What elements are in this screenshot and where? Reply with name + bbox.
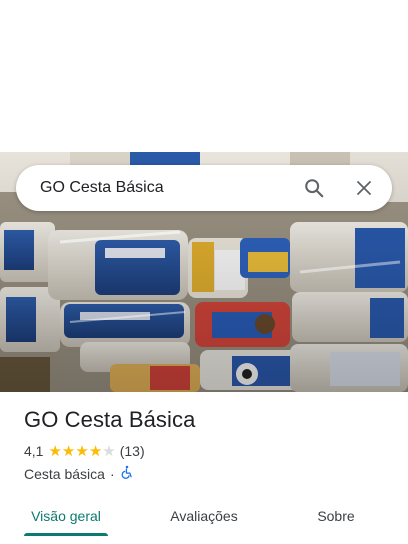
active-tab-indicator [24, 533, 108, 536]
separator-dot: · [109, 465, 115, 482]
star-empty-icon: ★ [102, 442, 116, 460]
rating-value: 4,1 [24, 443, 44, 459]
star-full-icon: ★ [88, 442, 103, 460]
search-input[interactable]: GO Cesta Básica [40, 179, 302, 197]
tab-overview[interactable]: Visão geral [24, 496, 108, 536]
tab-reviews[interactable]: Avaliações [160, 496, 248, 536]
category-row: Cesta básica · [24, 465, 134, 482]
review-count[interactable]: (13) [120, 443, 145, 459]
search-icon[interactable] [302, 176, 326, 200]
search-bar[interactable]: GO Cesta Básica [16, 165, 392, 211]
close-icon[interactable] [352, 176, 376, 200]
rating-row[interactable]: 4,1 ★ ★ ★ ★ ★ (13) [24, 443, 145, 459]
blank-area [0, 0, 408, 152]
star-rating: ★ ★ ★ ★ ★ [48, 444, 115, 459]
star-full-icon: ★ [61, 442, 76, 460]
place-title: GO Cesta Básica [24, 407, 196, 432]
tab-bar: Visão geral Avaliações Sobre [0, 496, 408, 536]
star-full-icon: ★ [75, 442, 89, 460]
place-category: Cesta básica [24, 465, 105, 482]
star-full-icon: ★ [48, 442, 62, 460]
wheelchair-icon [120, 465, 134, 482]
tab-about[interactable]: Sobre [306, 496, 366, 536]
